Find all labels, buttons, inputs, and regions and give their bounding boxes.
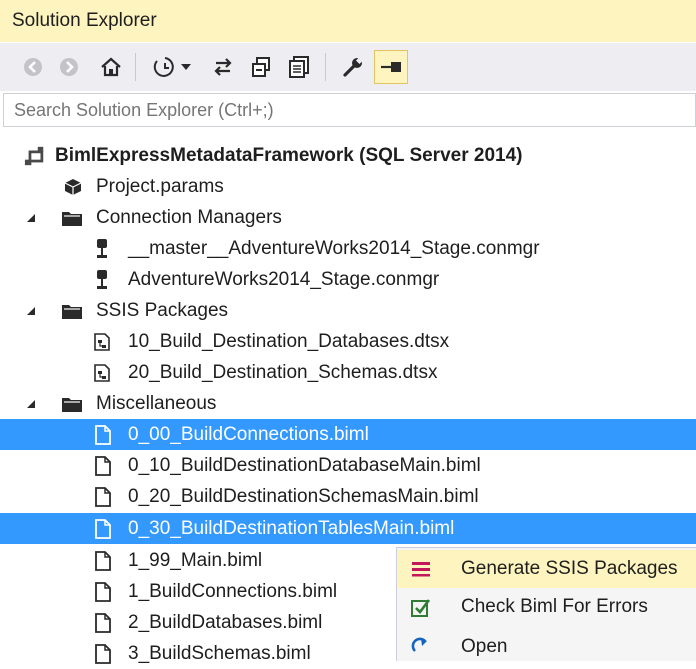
expanded-triangle-icon[interactable] xyxy=(25,295,37,326)
ssis-package-icon xyxy=(91,331,113,353)
tree-folder-connection-managers[interactable]: Connection Managers xyxy=(0,202,696,233)
tree-row-project-params[interactable]: Project.params xyxy=(0,171,696,202)
file-icon xyxy=(92,486,114,508)
open-icon xyxy=(410,636,432,658)
file-icon xyxy=(92,581,114,603)
folder-icon xyxy=(61,300,83,322)
file-icon xyxy=(92,643,114,665)
tree-item-biml[interactable]: 0_20_BuildDestinationSchemasMain.biml xyxy=(0,481,696,512)
menu-item-check-biml-for-errors[interactable]: Check Biml For Errors xyxy=(397,588,696,626)
generate-ssis-icon xyxy=(410,558,432,580)
sync-icon[interactable] xyxy=(206,50,240,84)
tree-item-package[interactable]: 20_Build_Destination_Schemas.dtsx xyxy=(0,357,696,388)
dropdown-arrow-icon[interactable] xyxy=(176,50,196,84)
context-menu: Generate SSIS Packages Check Biml For Er… xyxy=(396,547,696,661)
tree-item-package[interactable]: 10_Build_Destination_Databases.dtsx xyxy=(0,326,696,357)
tree-item-conmgr[interactable]: AdventureWorks2014_Stage.conmgr xyxy=(0,264,696,295)
back-icon[interactable] xyxy=(16,50,50,84)
expanded-triangle-icon[interactable] xyxy=(25,202,37,233)
connection-manager-icon xyxy=(91,238,113,260)
tree-item-conmgr[interactable]: __master__AdventureWorks2014_Stage.conmg… xyxy=(0,233,696,264)
menu-item-open[interactable]: Open xyxy=(397,628,696,666)
tree-folder-miscellaneous[interactable]: Miscellaneous xyxy=(0,388,696,419)
tree-row-project[interactable]: BimlExpressMetadataFramework (SQL Server… xyxy=(0,140,696,171)
folder-icon xyxy=(61,393,83,415)
file-icon xyxy=(92,518,114,540)
panel-title: Solution Explorer xyxy=(0,0,696,42)
folder-icon xyxy=(61,207,83,229)
collapse-all-icon[interactable] xyxy=(244,50,278,84)
ssis-project-icon xyxy=(24,145,46,167)
check-biml-icon xyxy=(410,596,432,618)
file-icon xyxy=(92,612,114,634)
file-icon xyxy=(92,455,114,477)
show-all-files-icon[interactable] xyxy=(282,50,316,84)
solution-explorer-toolbar xyxy=(0,43,696,91)
auto-hide-pin-icon[interactable] xyxy=(374,50,408,84)
params-icon xyxy=(62,176,84,198)
tree-folder-ssis-packages[interactable]: SSIS Packages xyxy=(0,295,696,326)
toolbar-separator xyxy=(135,53,136,81)
menu-item-generate-ssis-packages[interactable]: Generate SSIS Packages xyxy=(397,550,696,588)
search-input[interactable] xyxy=(3,93,696,127)
tree-item-biml-selected[interactable]: 0_30_BuildDestinationTablesMain.biml xyxy=(0,513,696,544)
connection-manager-icon xyxy=(91,269,113,291)
file-icon xyxy=(92,550,114,572)
expanded-triangle-icon[interactable] xyxy=(25,388,37,419)
toolbar-separator xyxy=(325,53,326,81)
ssis-package-icon xyxy=(91,362,113,384)
properties-wrench-icon[interactable] xyxy=(336,50,370,84)
file-icon xyxy=(92,424,114,446)
tree-item-biml-selected[interactable]: 0_00_BuildConnections.biml xyxy=(0,419,696,450)
forward-icon[interactable] xyxy=(52,50,86,84)
tree-item-biml[interactable]: 0_10_BuildDestinationDatabaseMain.biml xyxy=(0,450,696,481)
home-icon[interactable] xyxy=(94,50,128,84)
